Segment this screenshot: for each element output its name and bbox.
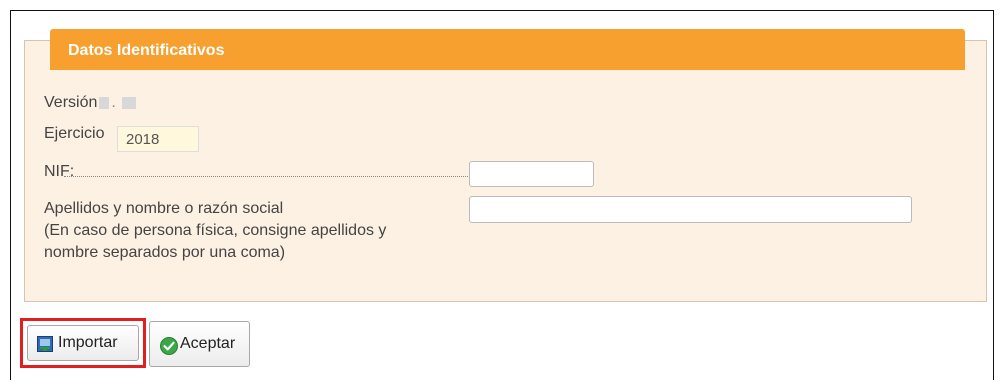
nombre-input[interactable] [469,196,912,223]
nif-input[interactable] [469,161,594,187]
importar-label: Importar [58,334,118,351]
nif-label: NIF: [44,163,75,180]
version-separator: . [111,94,116,111]
nombre-label-line2: (En caso de persona física, consigne ape… [44,222,387,239]
nif-leader-dots [64,176,468,177]
nombre-label-line3: nombre separados por una coma) [44,244,286,261]
importar-button[interactable]: Importar [27,325,139,361]
aceptar-label: Aceptar [180,335,236,352]
version-label: Versión [44,94,98,111]
nombre-label-line1: Apellidos y nombre o razón social [44,200,284,217]
version-row: Versión. [44,94,136,112]
aceptar-button[interactable]: Aceptar [149,321,250,367]
check-icon [160,337,178,355]
version-major-redacted [99,96,110,109]
ejercicio-label: Ejercicio [44,125,105,142]
panel-header: Datos Identificativos [50,29,965,70]
ejercicio-field: 2018 [117,126,199,152]
version-minor-redacted [121,96,136,109]
ejercicio-value: 2018 [126,131,160,148]
panel-title: Datos Identificativos [68,42,225,59]
nombre-label: Apellidos y nombre o razón social (En ca… [44,198,386,264]
import-icon [37,336,53,352]
